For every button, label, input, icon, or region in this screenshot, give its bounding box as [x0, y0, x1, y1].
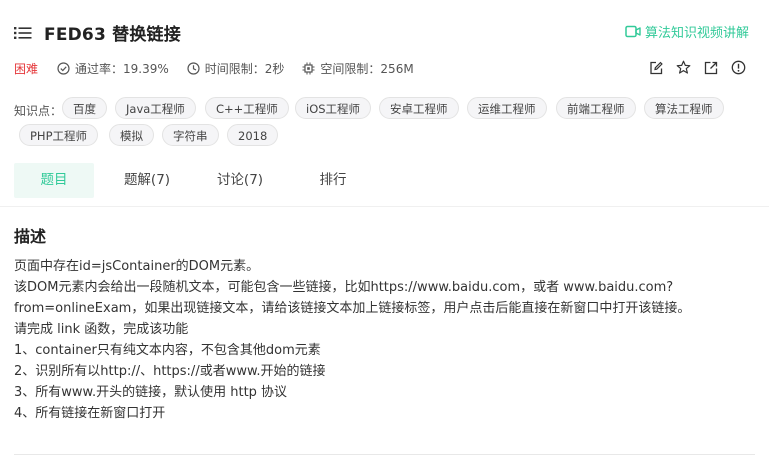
share-icon[interactable]: [704, 61, 718, 75]
star-icon[interactable]: [676, 60, 691, 75]
memory-limit-text: 空间限制：256M: [320, 61, 414, 76]
edit-icon[interactable]: [649, 61, 663, 75]
description-line: 页面中存在id=jsContainer的DOM元素。: [14, 259, 260, 274]
video-lecture-link[interactable]: 算法知识视频讲解: [625, 22, 749, 41]
tabs-divider: [0, 206, 769, 207]
description-body: 页面中存在id=jsContainer的DOM元素。 该DOM元素内会给出一段随…: [14, 256, 754, 424]
report-icon[interactable]: [731, 60, 746, 75]
tag-ios-engineer[interactable]: iOS工程师: [295, 97, 372, 119]
clock-icon: [187, 61, 200, 75]
tags-label: 知识点：: [14, 104, 63, 118]
chip-icon: [302, 62, 315, 74]
tag-frontend-engineer[interactable]: 前端工程师: [556, 97, 636, 119]
time-limit-text: 时间限制：2秒: [204, 61, 285, 76]
problem-actions: [636, 60, 746, 75]
pass-rate: 通过率：19.39%: [57, 60, 169, 77]
description-line: 2、识别所有以http://、https://或者www.开始的链接: [14, 364, 326, 379]
description-line: 该DOM元素内会给出一段随机文本，可能包含一些链接，比如https://www.…: [14, 280, 674, 295]
time-limit: 时间限制：2秒: [187, 60, 285, 77]
video-lecture-label: 算法知识视频讲解: [644, 26, 749, 41]
tag-2018[interactable]: 2018: [227, 124, 279, 146]
tag-ops-engineer[interactable]: 运维工程师: [467, 97, 547, 119]
description-line: 请完成 link 函数，完成该功能: [14, 322, 189, 337]
tab-solutions[interactable]: 题解(7): [107, 163, 187, 198]
tag-php-engineer[interactable]: PHP工程师: [19, 124, 99, 146]
title-row: FED63 替换链接: [14, 20, 181, 45]
tag-android-engineer[interactable]: 安卓工程师: [379, 97, 459, 119]
tag-cpp-engineer[interactable]: C++工程师: [205, 97, 289, 119]
tag-algorithm-engineer[interactable]: 算法工程师: [644, 97, 724, 119]
page-title: FED63 替换链接: [44, 24, 181, 45]
tag-baidu[interactable]: 百度: [62, 97, 107, 119]
description-line: from=onlineExam，如果出现链接文本，请给该链接文本加上链接标签，用…: [14, 301, 691, 316]
description-heading: 描述: [14, 227, 47, 246]
tab-discussion[interactable]: 讨论(7): [200, 163, 280, 198]
difficulty-badge: 困难: [14, 61, 39, 76]
problem-tabs: 题目 题解(7) 讨论(7) 排行: [14, 163, 386, 198]
tab-ranking[interactable]: 排行: [293, 163, 373, 198]
list-icon[interactable]: [14, 25, 32, 39]
problem-meta: 困难 通过率：19.39% 时间限制：2秒 空间限制：256M: [14, 59, 432, 77]
bottom-divider: [14, 454, 755, 455]
pass-rate-text: 通过率：19.39%: [75, 61, 169, 76]
video-icon: [625, 25, 641, 38]
tag-simulation[interactable]: 模拟: [109, 124, 154, 146]
description-line: 3、所有www.开头的链接，默认使用 http 协议: [14, 385, 288, 400]
description-line: 1、container只有纯文本内容，不包含其他dom元素: [14, 343, 321, 358]
memory-limit: 空间限制：256M: [302, 60, 414, 77]
check-circle-icon: [57, 61, 70, 75]
tag-string[interactable]: 字符串: [162, 124, 219, 146]
tag-java-engineer[interactable]: Java工程师: [115, 97, 196, 119]
tab-problem[interactable]: 题目: [14, 163, 94, 198]
description-line: 4、所有链接在新窗口打开: [14, 406, 166, 421]
